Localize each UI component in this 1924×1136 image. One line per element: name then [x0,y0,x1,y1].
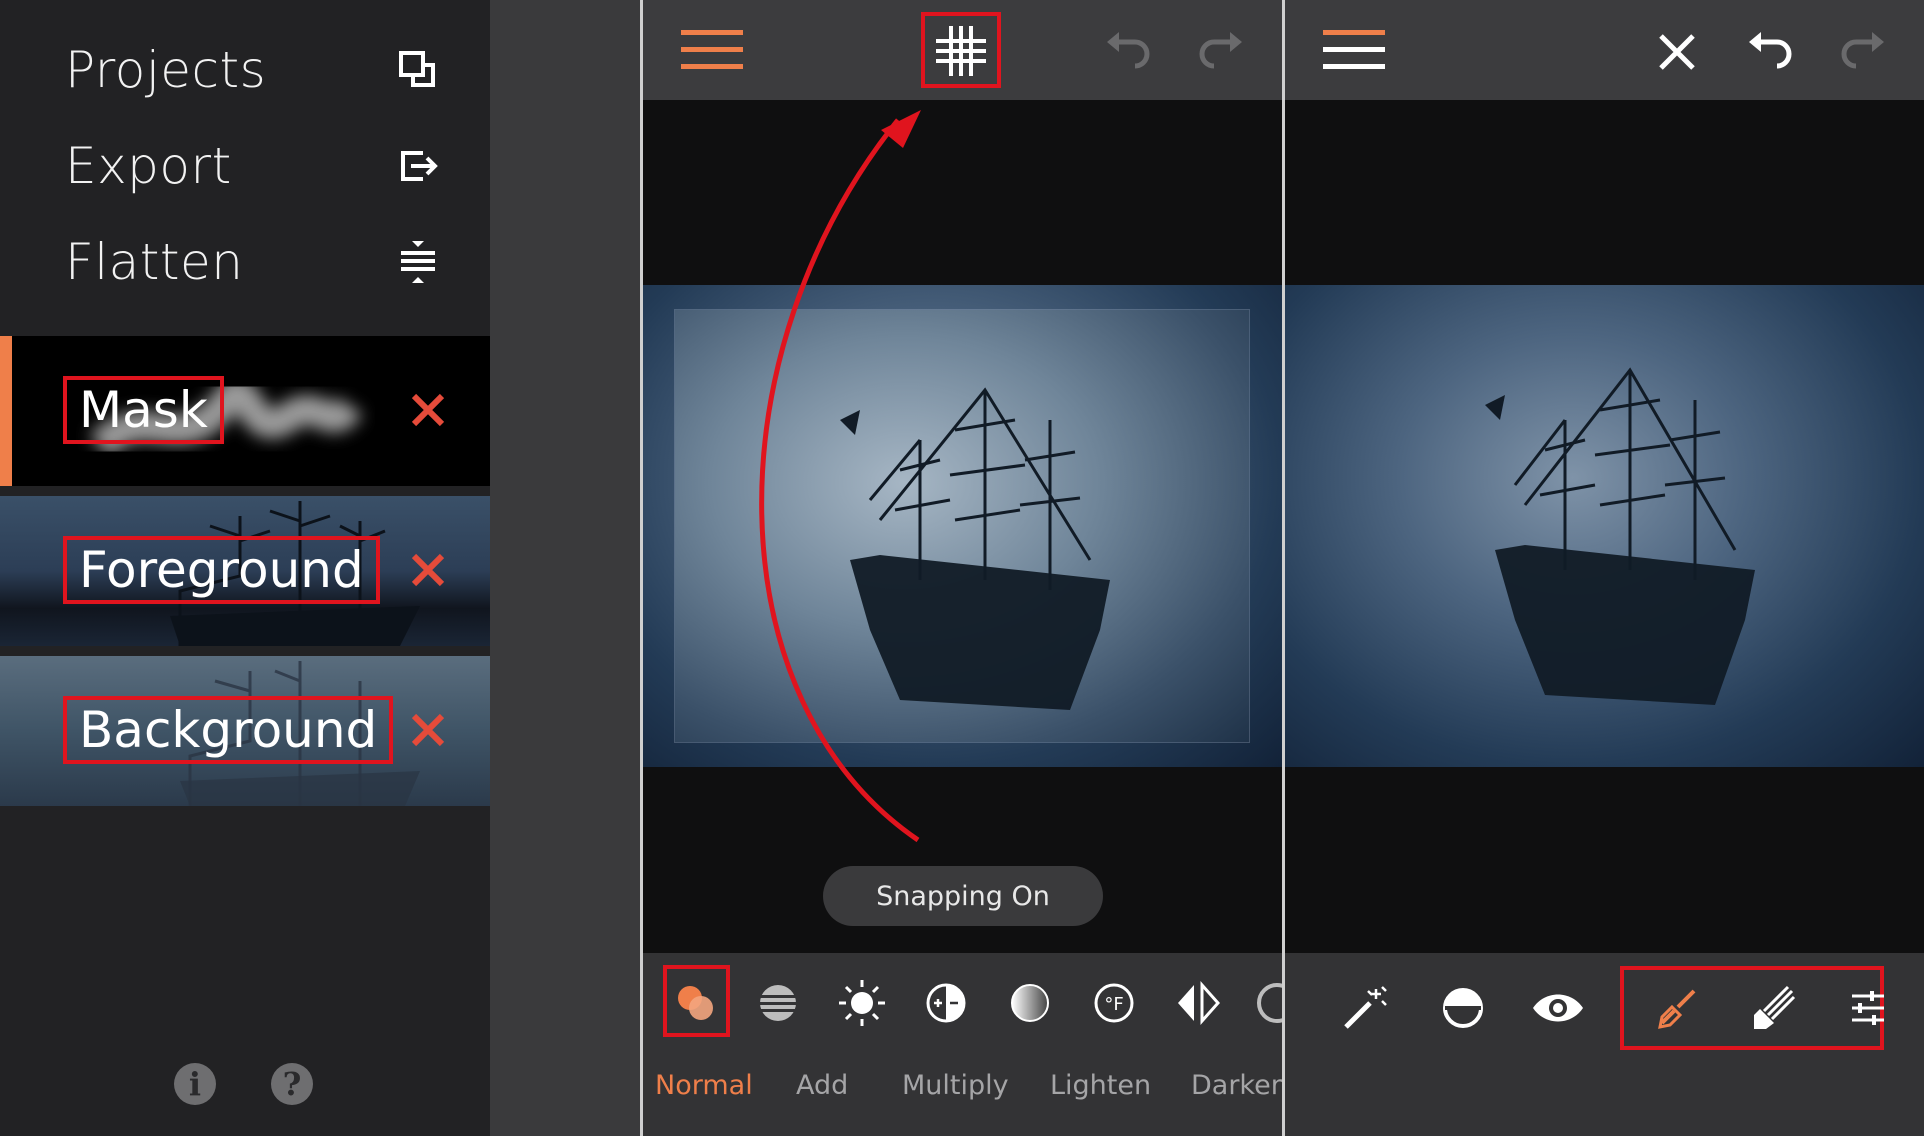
blend-mode-normal[interactable]: Normal [655,1070,753,1101]
menu-icon[interactable] [681,28,743,72]
invert-mask-icon[interactable] [1435,980,1491,1036]
flatten-menu-item[interactable]: Flatten [65,222,445,302]
undo-icon[interactable] [1747,28,1793,72]
svg-text:°F: °F [1104,994,1123,1015]
redo-icon[interactable] [1840,28,1886,72]
temperature-icon[interactable]: °F [1086,975,1142,1031]
more-adjust-icon[interactable] [1249,975,1282,1031]
info-icon[interactable]: i [174,1063,216,1105]
close-icon[interactable] [406,388,450,432]
blend-mode-darken[interactable]: Darken [1191,1070,1282,1101]
canvas-image[interactable] [643,285,1282,767]
export-icon [391,139,445,193]
close-icon[interactable] [406,548,450,592]
adjust-sliders-icon[interactable] [1840,980,1896,1036]
ship-silhouette [1485,367,1755,705]
top-toolbar [643,0,1282,100]
blend-mode-lighten[interactable]: Lighten [1050,1070,1151,1101]
canvas-image[interactable] [1285,285,1924,767]
snapping-status-text: Snapping On [876,880,1050,912]
help-icon[interactable]: ? [271,1063,313,1105]
active-layer-indicator [0,336,12,486]
gradient-icon[interactable] [1002,975,1058,1031]
layer-foreground[interactable]: Foreground [0,496,490,646]
add-blend-icon[interactable] [750,975,806,1031]
blend-editor-panel: Snapping On °F Normal Add Multiply Light… [643,0,1282,1136]
export-label: Export [65,137,232,195]
layer-background[interactable]: Background [0,656,490,806]
visibility-eye-icon[interactable] [1530,980,1586,1036]
exposure-icon[interactable] [834,975,890,1031]
brush-icon[interactable] [1649,980,1705,1036]
flatten-icon [391,235,445,289]
layers-sidebar: Projects Export Flatten Mask Foreground … [0,0,490,1136]
top-toolbar [1285,0,1924,100]
magic-wand-icon[interactable] [1337,980,1393,1036]
export-menu-item[interactable]: Export [65,126,445,206]
normal-blend-icon[interactable] [668,975,724,1031]
blend-mode-add[interactable]: Add [796,1070,848,1101]
blend-mode-multiply[interactable]: Multiply [902,1070,1009,1101]
mask-layer-label: Mask [79,381,208,439]
flatten-label: Flatten [65,233,244,291]
grid-snap-icon[interactable] [936,26,986,76]
foreground-layer-label: Foreground [79,541,364,599]
menu-icon[interactable] [1323,28,1385,72]
background-layer-label: Background [79,701,378,759]
close-icon[interactable] [406,708,450,752]
layer-mask[interactable]: Mask [0,336,490,486]
eraser-brush-icon[interactable] [1745,980,1801,1036]
redo-icon[interactable] [1198,28,1244,72]
foreground-label-highlight: Foreground [63,536,380,604]
snap-arrow-annotation [759,110,921,843]
projects-menu-item[interactable]: Projects [65,30,445,110]
panel-gap [490,0,640,1136]
mask-label-highlight: Mask [63,376,224,444]
close-icon[interactable] [1657,32,1697,72]
mirror-icon[interactable] [1170,975,1226,1031]
projects-icon [391,43,445,97]
contrast-icon[interactable] [918,975,974,1031]
mask-editor-panel [1285,0,1924,1136]
background-label-highlight: Background [63,696,394,764]
snapping-status-toast: Snapping On [823,866,1103,926]
undo-icon[interactable] [1105,28,1151,72]
projects-label: Projects [65,41,267,99]
